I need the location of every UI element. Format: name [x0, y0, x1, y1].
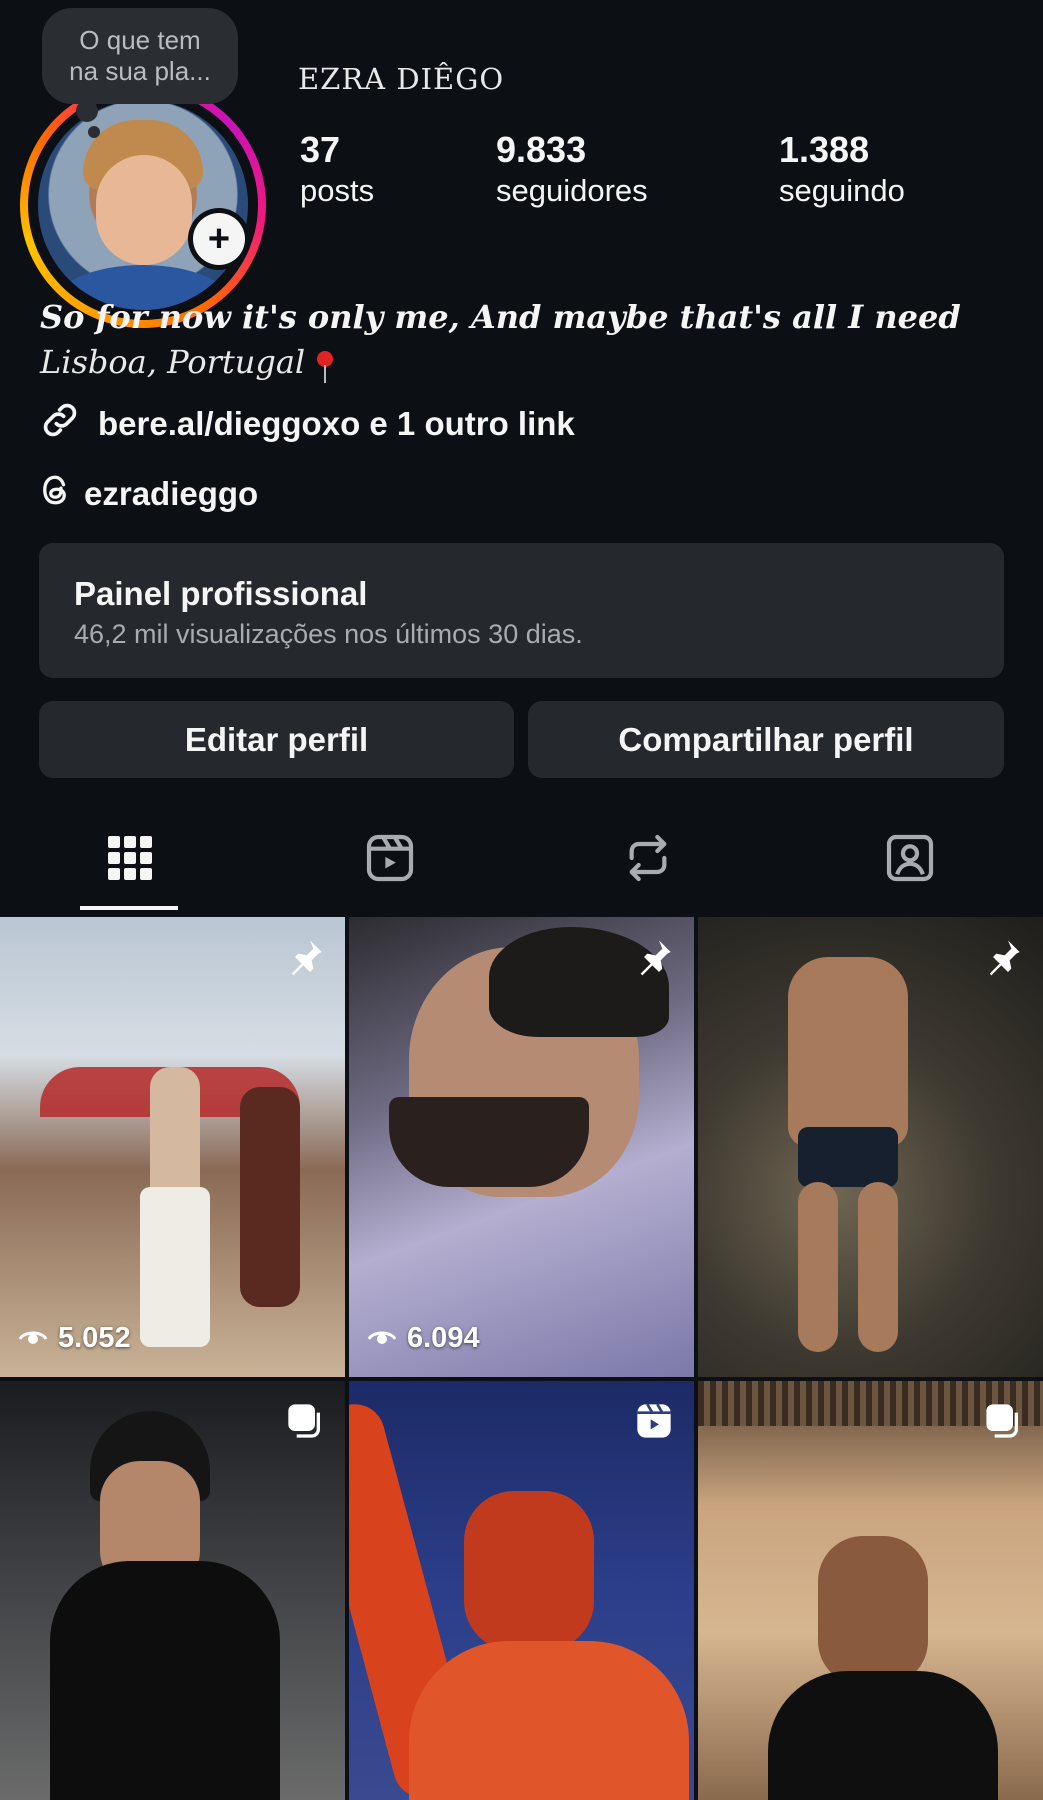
stat-followers[interactable]: 9.833 seguidores — [496, 128, 648, 210]
stat-posts-value: 37 — [300, 129, 341, 170]
reels-icon — [362, 830, 418, 891]
dashboard-subtitle: 46,2 mil visualizações nos últimos 30 di… — [74, 619, 583, 649]
tab-tagged[interactable] — [870, 828, 950, 892]
stat-posts-label: posts — [300, 173, 375, 208]
note-bubble-tail-dot — [88, 126, 100, 138]
stat-followers-value: 9.833 — [496, 129, 587, 170]
pin-icon — [632, 935, 676, 979]
pin-icon — [283, 935, 327, 979]
tab-grid[interactable] — [90, 828, 170, 892]
reposts-icon — [620, 830, 676, 891]
link-icon — [38, 398, 82, 450]
view-count: 6.094 — [367, 1322, 480, 1355]
avatar[interactable] — [38, 100, 248, 310]
active-tab-indicator — [80, 906, 178, 910]
stat-posts[interactable]: 37 posts — [300, 128, 374, 210]
stat-following[interactable]: 1.388 seguindo — [779, 128, 905, 210]
bio-link-text: bere.al/dieggoxo e 1 outro link — [98, 405, 575, 442]
tab-reels[interactable] — [350, 828, 430, 892]
grid-icon — [106, 834, 154, 887]
note-line-1: O que tem — [79, 25, 201, 55]
carousel-icon — [981, 1399, 1025, 1443]
edit-profile-button[interactable]: Editar perfil — [39, 701, 514, 778]
post-4[interactable] — [0, 1381, 345, 1800]
post-2[interactable]: 6.094 — [349, 917, 694, 1377]
bio-location: Lisboa, Portugal — [40, 343, 334, 383]
bio-link[interactable]: bere.al/dieggoxo e 1 outro link — [38, 398, 575, 450]
carousel-icon — [283, 1399, 327, 1443]
note-bubble[interactable]: O que tem na sua pla... — [42, 8, 238, 104]
threads-handle: ezradieggo — [84, 475, 259, 512]
view-count-text: 5.052 — [58, 1322, 131, 1354]
view-count: 5.052 — [18, 1322, 131, 1355]
stat-followers-label: seguidores — [496, 173, 648, 208]
tab-reposts[interactable] — [608, 828, 688, 892]
map-pin-icon — [317, 351, 334, 383]
location-text: Lisboa, Portugal — [40, 343, 306, 381]
stat-following-label: seguindo — [779, 173, 905, 208]
note-line-2: na sua pla... — [69, 56, 211, 86]
threads-link[interactable]: ezradieggo — [38, 472, 258, 516]
threads-icon — [38, 472, 74, 516]
share-profile-button[interactable]: Compartilhar perfil — [528, 701, 1004, 778]
post-5[interactable] — [349, 1381, 694, 1800]
bio-text: So for now it's only me, And maybe that'… — [40, 298, 961, 336]
post-3[interactable] — [698, 917, 1043, 1377]
eye-icon — [367, 1322, 397, 1355]
pin-icon — [981, 935, 1025, 979]
note-bubble-tail — [76, 100, 98, 122]
stat-following-value: 1.388 — [779, 129, 870, 170]
professional-dashboard[interactable]: Painel profissional 46,2 mil visualizaçõ… — [39, 543, 1004, 678]
view-count-text: 6.094 — [407, 1322, 480, 1354]
dashboard-title: Painel profissional — [74, 575, 368, 612]
eye-icon — [18, 1322, 48, 1355]
plus-icon: + — [193, 213, 245, 265]
reel-icon — [632, 1399, 676, 1443]
post-1[interactable]: 5.052 — [0, 917, 345, 1377]
profile-name: EZRA DIÊGO — [298, 62, 505, 96]
post-6[interactable] — [698, 1381, 1043, 1800]
add-story-button[interactable]: + — [188, 208, 250, 270]
tagged-icon — [882, 830, 938, 891]
